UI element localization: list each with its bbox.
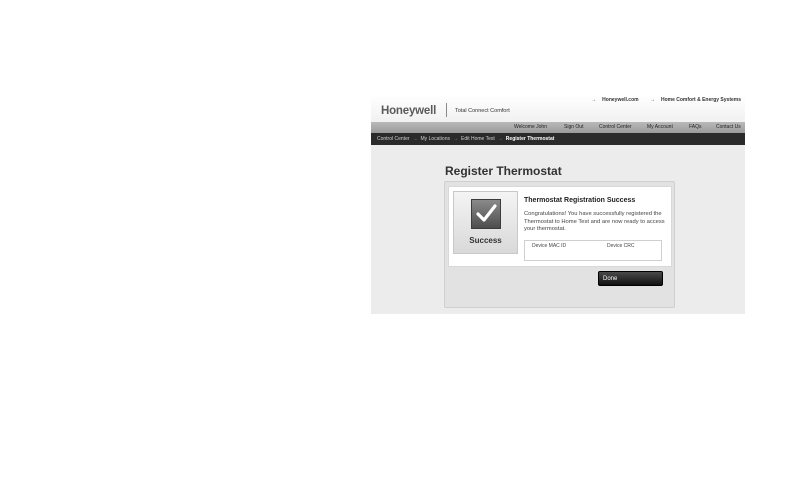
browser-screenshot: Honeywell Total Connect Comfort → Honeywe… [371,95,745,314]
success-card: Success Thermostat Registration Success … [448,186,672,267]
welcome-text: Welcome John [514,124,547,130]
top-links: → Honeywell.com → Home Comfort & Energy Sy… [581,97,741,103]
success-label: Success [469,236,502,245]
device-info-box: Device MAC ID Device CRC [524,240,662,261]
success-badge: Success [453,191,518,254]
nav-contact-us[interactable]: Contact Us [716,124,741,130]
page-title: Register Thermostat [445,164,562,178]
breadcrumb-trail: Control Center → My Locations → Edit Home Te… [377,136,554,142]
main-nav: Welcome John Sign Out Control Center My … [371,122,745,133]
breadcrumb-current: Register Thermostat [505,136,555,142]
success-message: Congratulations! You have successfully r… [524,211,665,233]
breadcrumb-my-locations[interactable]: My Locations [421,136,450,142]
device-crc-label: Device CRC [607,243,635,249]
logo-divider [446,103,447,117]
checkmark-icon [471,199,501,229]
arrow-right-icon: → [649,97,655,103]
header-bar: Honeywell Total Connect Comfort → Honeywe… [371,95,745,122]
breadcrumb-control-center[interactable]: Control Center [377,136,410,142]
breadcrumb-edit-home-test[interactable]: Edit Home Test [461,136,495,142]
nav-control-center[interactable]: Control Center [599,124,632,130]
honeywell-logo[interactable]: Honeywell [381,105,436,117]
nav-sign-out[interactable]: Sign Out [564,124,583,130]
done-button[interactable]: Done [598,271,663,286]
nav-faqs[interactable]: FAQs [689,124,702,130]
breadcrumb: Control Center → My Locations → Edit Home Te… [371,133,745,145]
app-tagline: Total Connect Comfort [455,108,510,114]
arrow-right-icon: → [412,136,418,142]
arrow-right-icon: → [452,136,458,142]
arrow-right-icon: → [591,97,597,103]
card-title: Thermostat Registration Success [524,197,636,204]
home-comfort-link[interactable]: → Home Comfort & Energy Systems [645,97,741,103]
nav-my-account[interactable]: My Account [647,124,673,130]
honeywell-com-link[interactable]: → Honeywell.com [586,97,638,103]
registration-panel: Success Thermostat Registration Success … [444,181,675,308]
arrow-right-icon: → [497,136,503,142]
device-mac-label: Device MAC ID [532,243,567,249]
